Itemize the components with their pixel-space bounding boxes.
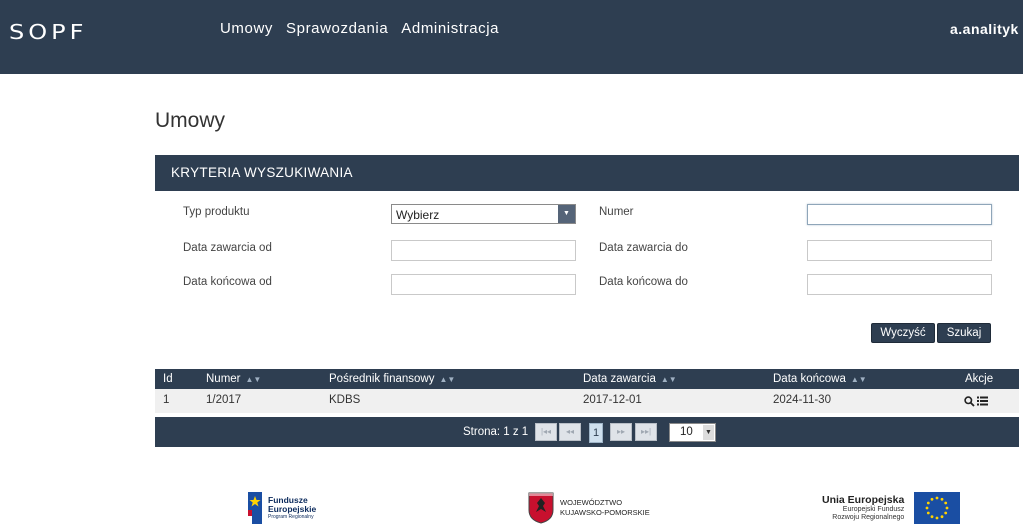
cell-intermediary: KDBS bbox=[329, 394, 361, 406]
cell-number: 1/2017 bbox=[206, 394, 242, 406]
col-number[interactable]: Numer ▲▼ bbox=[206, 373, 261, 385]
next-page-button[interactable]: ▸▸ bbox=[610, 423, 632, 441]
fe-line2: Europejskie bbox=[268, 504, 317, 514]
page-title: Umowy bbox=[155, 109, 226, 132]
table-row[interactable]: 1 1/2017 KDBS 2017-12-01 2024-11-30 bbox=[155, 389, 1019, 413]
clear-button[interactable]: Wyczyść bbox=[871, 323, 935, 343]
app-logo[interactable]: SOPF bbox=[9, 20, 87, 44]
last-page-button[interactable]: ▸▸| bbox=[635, 423, 657, 441]
fe-star-icon bbox=[248, 492, 262, 524]
end-date-from-input[interactable] bbox=[391, 274, 576, 295]
sort-icon: ▲▼ bbox=[439, 375, 456, 384]
pagination-bar: Strona: 1 z 1 |◂◂ ◂◂ 1 ▸▸ ▸▸| 10 ▼ bbox=[155, 417, 1019, 447]
date-concluded-from-input[interactable] bbox=[391, 240, 576, 261]
wkp-line2: KUJAWSKO-POMORSKIE bbox=[560, 508, 650, 517]
col-date-concluded[interactable]: Data zawarcia ▲▼ bbox=[583, 373, 677, 385]
nav-administracja[interactable]: Administracja bbox=[401, 20, 499, 37]
date-concluded-from-label: Data zawarcia od bbox=[183, 242, 272, 254]
date-concluded-to-input[interactable] bbox=[807, 240, 992, 261]
nav-sprawozdania[interactable]: Sprawozdania bbox=[286, 20, 388, 37]
cell-id: 1 bbox=[163, 394, 170, 406]
number-label: Numer bbox=[599, 206, 634, 218]
table-header: Id Numer ▲▼ Pośrednik finansowy ▲▼ Data za… bbox=[155, 369, 1019, 389]
top-navbar: SOPF Umowy Sprawozdania Administracja a.… bbox=[0, 0, 1023, 74]
product-type-select[interactable]: Wybierz ▼ bbox=[391, 204, 576, 224]
col-actions: Akcje bbox=[965, 373, 994, 385]
sort-icon: ▲▼ bbox=[660, 375, 677, 384]
product-type-label: Typ produktu bbox=[183, 206, 250, 218]
nav-umowy[interactable]: Umowy bbox=[220, 20, 273, 37]
end-date-to-input[interactable] bbox=[807, 274, 992, 295]
end-date-to-label: Data końcowa do bbox=[599, 276, 688, 288]
page-size-select[interactable]: 10 ▼ bbox=[669, 423, 716, 442]
end-date-from-label: Data końcowa od bbox=[183, 276, 272, 288]
search-icon[interactable] bbox=[964, 396, 975, 407]
chevron-down-icon: ▼ bbox=[703, 425, 714, 440]
coat-of-arms-icon bbox=[528, 492, 554, 524]
ue-line1: Europejski Fundusz bbox=[842, 506, 905, 513]
page-info: Strona: 1 z 1 bbox=[463, 426, 529, 438]
wkp-line1: WOJEWÓDZTWO bbox=[560, 498, 623, 507]
chevron-down-icon: ▼ bbox=[558, 205, 575, 223]
search-criteria-header: KRYTERIA WYSZUKIWANIA bbox=[155, 155, 1019, 191]
col-intermediary[interactable]: Pośrednik finansowy ▲▼ bbox=[329, 373, 455, 385]
current-page-button[interactable]: 1 bbox=[589, 423, 603, 443]
fundusze-europejskie-logo: Fundusze Europejskie Program Regionalny bbox=[246, 492, 316, 524]
first-page-button[interactable]: |◂◂ bbox=[535, 423, 557, 441]
sort-icon: ▲▼ bbox=[850, 375, 867, 384]
list-icon[interactable] bbox=[977, 396, 988, 406]
prev-page-button[interactable]: ◂◂ bbox=[559, 423, 581, 441]
col-id[interactable]: Id bbox=[163, 373, 173, 385]
product-type-value: Wybierz bbox=[396, 208, 440, 222]
page-size-value: 10 bbox=[680, 426, 693, 438]
eu-flag-icon bbox=[914, 492, 961, 524]
fe-line3: Program Regionalny bbox=[268, 514, 314, 520]
col-end-date[interactable]: Data końcowa ▲▼ bbox=[773, 373, 867, 385]
cell-end-date: 2024-11-30 bbox=[773, 394, 831, 406]
ue-line2: Rozwoju Regionalnego bbox=[832, 514, 905, 521]
sort-icon: ▲▼ bbox=[245, 375, 262, 384]
ue-title: Unia Europejska bbox=[822, 494, 905, 506]
unia-europejska-logo: Unia Europejska Europejski Fundusz Rozwo… bbox=[822, 492, 961, 524]
search-criteria-title: KRYTERIA WYSZUKIWANIA bbox=[171, 165, 353, 180]
wkp-logo: WOJEWÓDZTWO KUJAWSKO-POMORSKIE bbox=[528, 492, 650, 524]
search-button[interactable]: Szukaj bbox=[937, 323, 991, 343]
main-nav: Umowy Sprawozdania Administracja bbox=[220, 20, 499, 37]
cell-date-concluded: 2017-12-01 bbox=[583, 394, 642, 406]
number-input[interactable] bbox=[807, 204, 992, 225]
user-menu[interactable]: a.analityk bbox=[950, 21, 1019, 37]
date-concluded-to-label: Data zawarcia do bbox=[599, 242, 688, 254]
